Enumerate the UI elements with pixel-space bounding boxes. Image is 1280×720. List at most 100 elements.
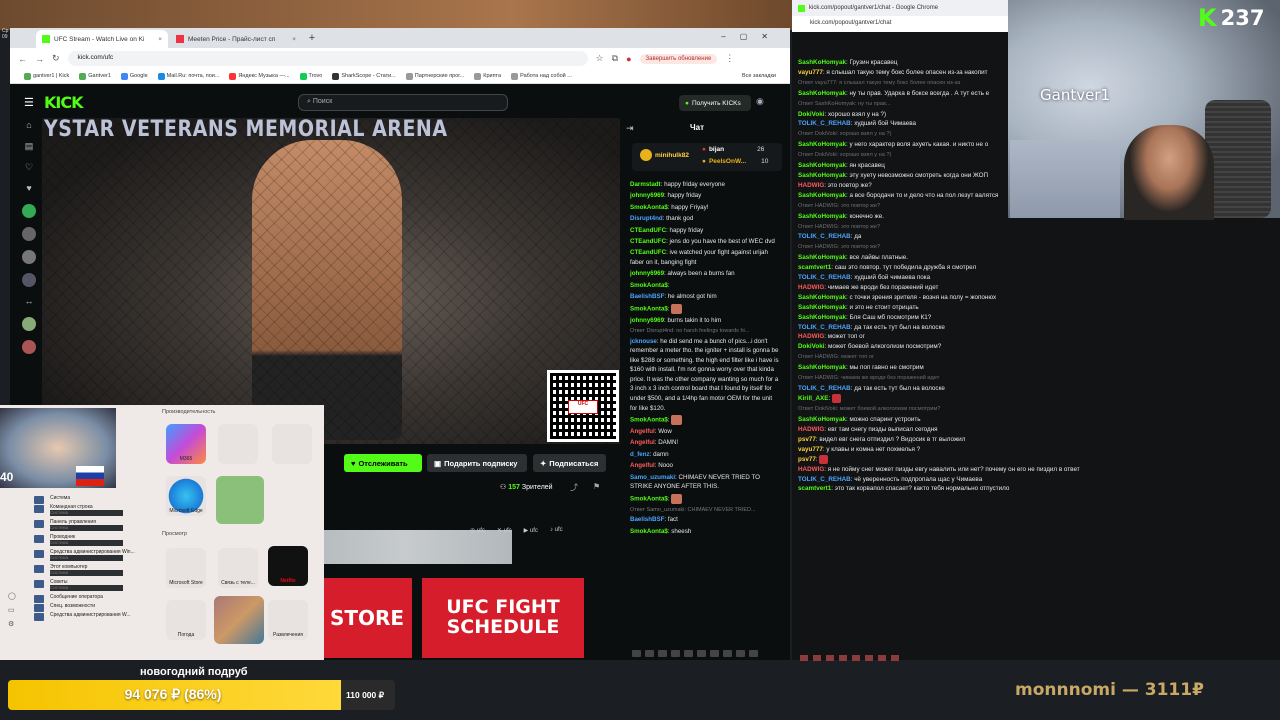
chat-username[interactable]: scamtvert1 [798,485,831,492]
chat-username[interactable]: SashKoHomyak [798,172,846,179]
netflix-tile[interactable]: Netflix [268,546,308,586]
menu-dots-icon[interactable]: ⋮ [725,53,734,64]
chat-username[interactable]: Angelful [630,428,655,435]
popout-url[interactable]: kick.com/popout/gantver1/chat [792,16,1008,32]
all-bookmarks-button[interactable]: Все закладки [742,73,776,79]
chat-username[interactable]: SashKoHomyak [798,364,846,371]
chat-username[interactable]: HADWIG [798,284,824,291]
start-list-item[interactable]: Спец. возможности [30,603,155,612]
chat-username[interactable]: Darmstadt [630,181,661,188]
browse-icon[interactable]: ▤ [23,141,35,153]
chat-username[interactable]: TOLIK_C_REHAB [798,233,851,240]
chat-username[interactable]: HADWIG [798,426,824,433]
channel-avatar[interactable] [22,227,36,241]
avatar[interactable]: ◉ [756,96,764,107]
url-input[interactable]: kick.com/ufc [67,51,588,66]
chat-username[interactable]: vayu777 [798,69,823,76]
bookmark-folder[interactable]: Крипта [474,72,501,80]
search-input[interactable]: ⌕ Поиск [298,94,508,111]
chat-username[interactable]: SashKoHomyak [798,304,846,311]
start-list-item[interactable]: Этот компьютер Система [30,564,155,576]
phone-link-tile[interactable]: Связь с теле... [218,548,258,588]
bookmark-item[interactable]: Google [120,72,148,80]
edge-tile[interactable]: Microsoft Edge [166,476,206,516]
extensions-icon[interactable]: ⧉ [612,53,618,64]
chat-username[interactable]: SashKoHomyak [798,294,846,301]
channel-avatar[interactable] [22,204,36,218]
bookmark-item[interactable]: gantver1 | Kick [24,72,69,80]
entertainment-tile[interactable]: Развлечения [268,600,308,640]
channel-avatar[interactable] [22,317,36,331]
chat-username[interactable]: SashKoHomyak [798,192,846,199]
instagram-link[interactable]: ◎ ufc [470,527,485,534]
gifter-item[interactable]: minihulk82 [640,149,689,161]
store-tile[interactable]: Microsoft Store [166,548,206,588]
office-apps-tile[interactable] [218,424,258,464]
game-preview-tile[interactable] [214,596,264,644]
bookmark-item[interactable]: Mail.Ru: почта, пои... [157,72,219,80]
chat-username[interactable]: Kirill_AXE [798,395,828,402]
kick-logo[interactable]: KICK [44,93,83,112]
whatsapp-preview-tile[interactable] [216,476,264,524]
heart-icon[interactable]: ♥ [23,183,35,195]
chat-username[interactable]: CTEandUFC [630,238,666,245]
chat-username[interactable]: HADWIG [798,333,824,340]
collapse-chat-icon[interactable]: ⇥ [626,123,634,134]
close-icon[interactable]: × [158,36,162,43]
start-list-item[interactable]: Командная строка Система [30,504,155,516]
chat-username[interactable]: Samo_uzumaki [630,474,675,481]
tab-ufc-stream[interactable]: UFC Stream - Watch Live on Ki × [36,30,168,48]
ufc-fight-schedule-banner[interactable]: UFC FIGHT SCHEDULE [422,578,584,658]
bookmark-item[interactable]: Gantver1 [79,72,111,80]
chat-username[interactable]: TOLIK_C_REHAB [798,324,851,331]
profile-icon[interactable]: ● [626,54,631,64]
tab-meeten-price[interactable]: Meeten Price - Прайс-лист сп × [170,30,302,48]
user-icon[interactable]: ◯ [8,593,16,600]
chat-username[interactable]: TOLIK_C_REHAB [798,385,851,392]
chat-username[interactable]: Angelful [630,439,655,446]
follow-button[interactable]: ♥ Отслеживать [344,454,422,472]
chat-username[interactable]: DokiVoki [798,343,824,350]
chat-username[interactable]: SmokAonta$ [630,528,668,535]
chat-username[interactable]: TOLIK_C_REHAB [798,120,851,127]
chat-username[interactable]: Disrupt4nd [630,215,663,222]
chat-username[interactable]: Angelful [630,462,655,469]
start-list-item[interactable]: Сообщение оператора [30,594,155,603]
chat-username[interactable]: BaelishBSF [630,293,664,300]
x-link[interactable]: ✕ ufc [497,527,512,534]
chat-username[interactable]: SashKoHomyak [798,254,846,261]
chat-username[interactable]: SmokAonta$ [630,282,668,289]
chat-username[interactable]: SashKoHomyak [798,416,846,423]
chat-username[interactable]: DokiVoki [798,111,824,118]
chat-username[interactable]: SashKoHomyak [798,141,846,148]
m365-tile[interactable]: M365 [166,424,206,464]
start-list-item[interactable]: Средства администрирования Win... Система [30,549,155,561]
bookmark-item[interactable]: SharkScope - Стати... [332,72,396,80]
chat-username[interactable]: SmokAonta$ [630,305,668,312]
hamburger-menu-icon[interactable]: ☰ [24,96,34,109]
chat-username[interactable]: SashKoHomyak [798,213,846,220]
chat-username[interactable]: jcknouse [630,338,657,345]
documents-icon[interactable]: ▭ [8,607,15,614]
chat-username[interactable]: psv77 [798,456,816,463]
subscribe-button[interactable]: ✦ Подписаться [533,454,606,472]
window-controls[interactable]: –▢✕ [721,32,782,41]
start-list-item[interactable]: Средства администрирования W... [30,612,155,621]
bookmark-star-icon[interactable]: ☆ [596,53,604,64]
chat-username[interactable]: SmokAonta$ [630,495,668,502]
start-list-item[interactable]: Система [30,495,155,504]
chat-username[interactable]: scamtvert1 [798,264,831,271]
channel-avatar[interactable] [22,250,36,264]
chat-username[interactable]: CTEandUFC [630,227,666,234]
chat-username[interactable]: HADWIG [798,466,824,473]
chat-username[interactable]: BaelishBSF [630,516,664,523]
chat-username[interactable]: SashKoHomyak [798,314,846,321]
report-flag-icon[interactable]: ⚑ [593,482,600,491]
chat-username[interactable]: vayu777 [798,446,823,453]
update-button[interactable]: Завершить обновление [639,53,718,64]
reload-icon[interactable]: ↻ [52,53,60,64]
bookmark-item[interactable]: Яндекс Музыка —... [229,72,290,80]
chat-username[interactable]: SashKoHomyak [798,59,846,66]
chat-username[interactable]: SmokAonta$ [630,204,668,211]
close-icon[interactable]: × [292,36,296,43]
